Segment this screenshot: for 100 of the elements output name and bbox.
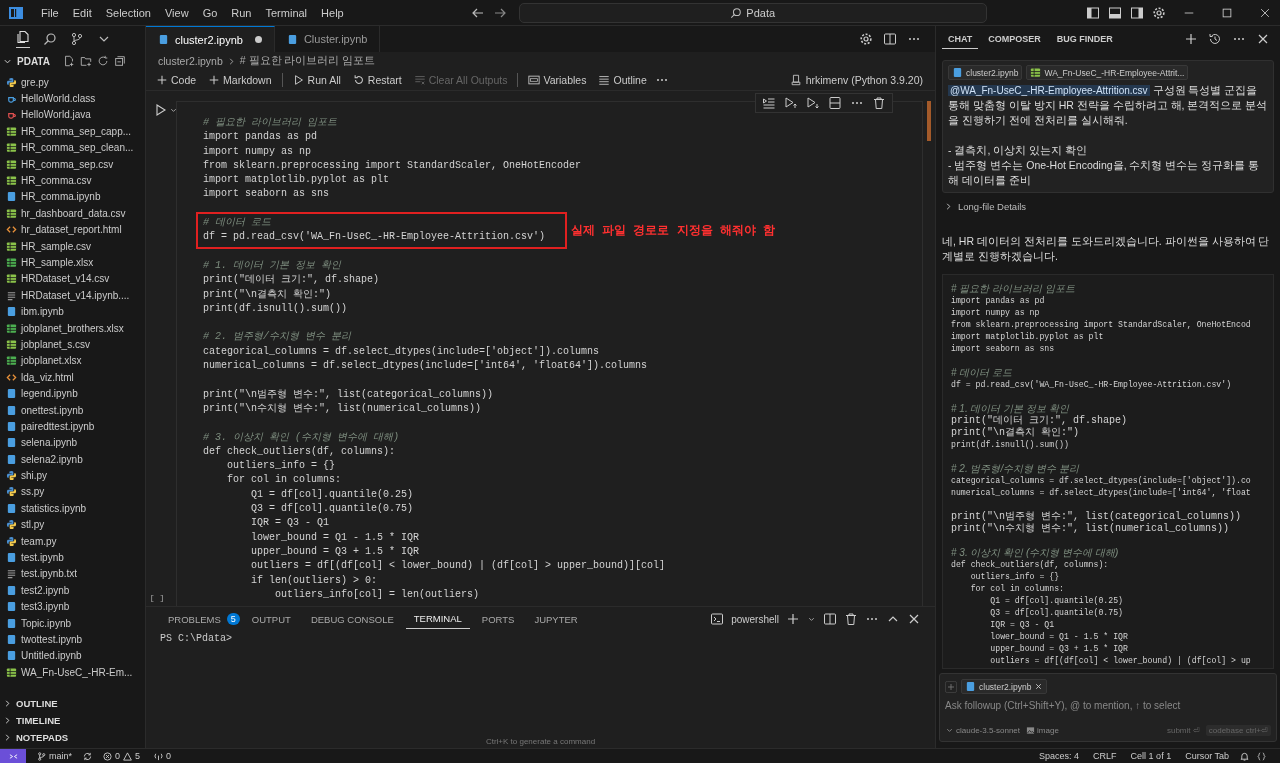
file-mention[interactable]: @WA_Fn-UseC_-HR-Employee-Attrition.csv xyxy=(948,85,1150,96)
toolbar-button[interactable]: Restart xyxy=(348,73,406,87)
explorer-entry[interactable]: hr_dashboard_data.csv xyxy=(0,205,145,222)
explorer-entry[interactable]: HR_comma.csv xyxy=(0,172,145,189)
problems-indicator[interactable]: 0 5 xyxy=(100,751,144,761)
scrollbar-thumb[interactable] xyxy=(927,101,931,141)
delete-icon[interactable] xyxy=(844,612,858,626)
run-below-icon[interactable] xyxy=(806,96,820,110)
panel-toggle-icon[interactable] xyxy=(1108,5,1122,20)
remote-button[interactable] xyxy=(0,749,26,763)
explorer-entry[interactable]: HRDataset_v14.ipynb.... xyxy=(0,287,145,304)
section-header[interactable]: NOTEPADS xyxy=(0,729,145,746)
section-header[interactable]: OUTLINE xyxy=(0,695,145,712)
explorer-entry[interactable]: test.ipynb xyxy=(0,549,145,566)
explorer-entry[interactable]: statistics.ipynb xyxy=(0,500,145,517)
explorer-entry[interactable]: HR_sample.csv xyxy=(0,237,145,255)
explorer-entry[interactable]: selena.ipynb xyxy=(0,434,145,451)
terminal-name[interactable]: powershell xyxy=(731,613,779,625)
refresh-icon[interactable] xyxy=(96,55,109,67)
add-icon[interactable] xyxy=(786,612,800,626)
image-button[interactable]: image xyxy=(1026,726,1059,735)
delete-icon[interactable] xyxy=(872,96,886,110)
explorer-entry[interactable]: HR_comma_sep_capp... xyxy=(0,123,145,140)
collapse-all-icon[interactable] xyxy=(113,55,126,67)
menu-item[interactable]: Selection xyxy=(98,6,158,19)
explorer-entry[interactable]: hr_dataset_report.html xyxy=(0,221,145,238)
toolbar-button[interactable]: Run All xyxy=(288,73,345,87)
split-cell-icon[interactable] xyxy=(828,96,842,110)
explorer-entry[interactable]: HR_comma.ipynb xyxy=(0,188,145,206)
menu-item[interactable]: Terminal xyxy=(258,6,315,19)
explorer-entry[interactable]: onettest.ipynb xyxy=(0,401,145,419)
explorer-entry[interactable]: twottest.ipynb xyxy=(0,631,145,648)
secondary-sidebar-icon[interactable] xyxy=(1130,5,1144,20)
explorer-entry[interactable]: HR_comma_sep_clean... xyxy=(0,139,145,156)
chat-tab[interactable]: CHAT xyxy=(942,29,979,49)
status-item[interactable]: Spaces: 4 xyxy=(1036,751,1083,761)
followup-field[interactable]: Ask followup (Ctrl+Shift+Y), @ to mention, ↑ to select xyxy=(945,700,1271,711)
panel-tab[interactable]: OUTPUT xyxy=(243,609,299,629)
settings-icon[interactable] xyxy=(1152,5,1166,20)
explorer-entry[interactable]: HelloWorld.class xyxy=(0,90,145,107)
panel-tab[interactable]: TERMINAL xyxy=(405,609,470,629)
status-item[interactable]: Cursor Tab xyxy=(1182,751,1232,761)
section-header[interactable]: TIMELINE xyxy=(0,712,145,729)
run-above-icon[interactable] xyxy=(784,96,798,110)
explorer-entry[interactable]: jobplanet.xlsx xyxy=(0,352,145,370)
explorer-entry[interactable]: HR_sample.xlsx xyxy=(0,254,145,271)
sync-icon[interactable] xyxy=(83,751,92,761)
explorer-entry[interactable]: ss.py xyxy=(0,483,145,501)
panel-tab[interactable]: DEBUG CONSOLE xyxy=(302,609,402,629)
explorer-entry[interactable]: jobplanet_s.csv xyxy=(0,336,145,353)
explorer-entry[interactable]: legend.ipynb xyxy=(0,385,145,402)
explorer-entry[interactable]: ibm.ipynb xyxy=(0,303,145,320)
explorer-entry[interactable]: HRDataset_v14.csv xyxy=(0,270,145,288)
panel-tab[interactable]: JUPYTER xyxy=(526,609,586,629)
kernel-selector[interactable]: hrkimenv (Python 3.9.20) xyxy=(789,74,923,86)
toolbar-button[interactable]: Code xyxy=(152,73,201,87)
editor-tab[interactable]: Cluster.ipynb xyxy=(274,26,381,52)
model-selector[interactable]: claude-3.5-sonnet xyxy=(945,726,1021,735)
search-field[interactable]: Pdata xyxy=(518,2,987,23)
panel-tab[interactable]: PROBLEMS xyxy=(160,609,229,629)
bell-icon[interactable] xyxy=(1240,751,1249,761)
explorer-entry[interactable]: test3.ipynb xyxy=(0,598,145,615)
explorer-entry[interactable]: HelloWorld.java xyxy=(0,106,145,124)
editor-tab[interactable]: cluster2.ipynb xyxy=(146,26,275,52)
menu-item[interactable]: File xyxy=(34,6,66,19)
explorer-entry[interactable]: test.ipynb.txt xyxy=(0,565,145,583)
menu-item[interactable]: Run xyxy=(224,6,259,19)
breadcrumb-item[interactable]: # 필요한 라이브러리 임포트 xyxy=(239,54,376,68)
explorer-entry[interactable]: test2.ipynb xyxy=(0,582,145,599)
toolbar-button[interactable]: Markdown xyxy=(204,73,276,87)
explorer-entry[interactable]: WA_Fn-UseC_-HR-Em... xyxy=(0,664,145,681)
run-cell-icon[interactable] xyxy=(154,103,168,117)
split-terminal-icon[interactable] xyxy=(823,612,837,626)
explorer-entry[interactable]: Topic.ipynb xyxy=(0,614,145,632)
history-icon[interactable] xyxy=(1208,32,1222,46)
explorer-entry[interactable]: team.py xyxy=(0,532,145,550)
status-item[interactable]: Cell 1 of 1 xyxy=(1127,751,1175,761)
explorer-entry[interactable]: shi.py xyxy=(0,467,145,484)
breadcrumb-item[interactable]: cluster2.ipynb xyxy=(158,55,223,67)
explorer-entry[interactable]: jobplanet_brothers.xlsx xyxy=(0,319,145,337)
explorer-entry[interactable]: pairedttest.ipynb xyxy=(0,418,145,435)
details-toggle[interactable]: Long-file Details xyxy=(944,201,1274,212)
folder-title[interactable]: PDATA xyxy=(17,55,50,67)
explorer-entry[interactable]: lda_viz.html xyxy=(0,369,145,386)
close-icon[interactable] xyxy=(1259,6,1271,19)
menu-item[interactable]: Edit xyxy=(65,6,99,19)
explorer-entry[interactable]: stl.py xyxy=(0,516,145,533)
maximize-icon[interactable] xyxy=(1221,6,1233,19)
explorer-entry[interactable]: selena2.ipynb xyxy=(0,451,145,468)
new-folder-icon[interactable] xyxy=(79,55,92,67)
attachment-chip[interactable]: cluster2.ipynb xyxy=(948,65,1023,80)
sidebar-toggle-icon[interactable] xyxy=(1086,5,1100,20)
ports-indicator[interactable]: 0 xyxy=(151,751,175,761)
status-item[interactable]: CRLF xyxy=(1090,751,1120,761)
new-file-icon[interactable] xyxy=(62,55,75,67)
search-icon[interactable] xyxy=(43,32,57,46)
explorer-entry[interactable]: HR_comma_sep.csv xyxy=(0,155,145,173)
close-icon[interactable] xyxy=(1256,32,1270,46)
run-by-line-icon[interactable] xyxy=(762,96,776,110)
toolbar-button[interactable]: Variables xyxy=(524,73,591,87)
